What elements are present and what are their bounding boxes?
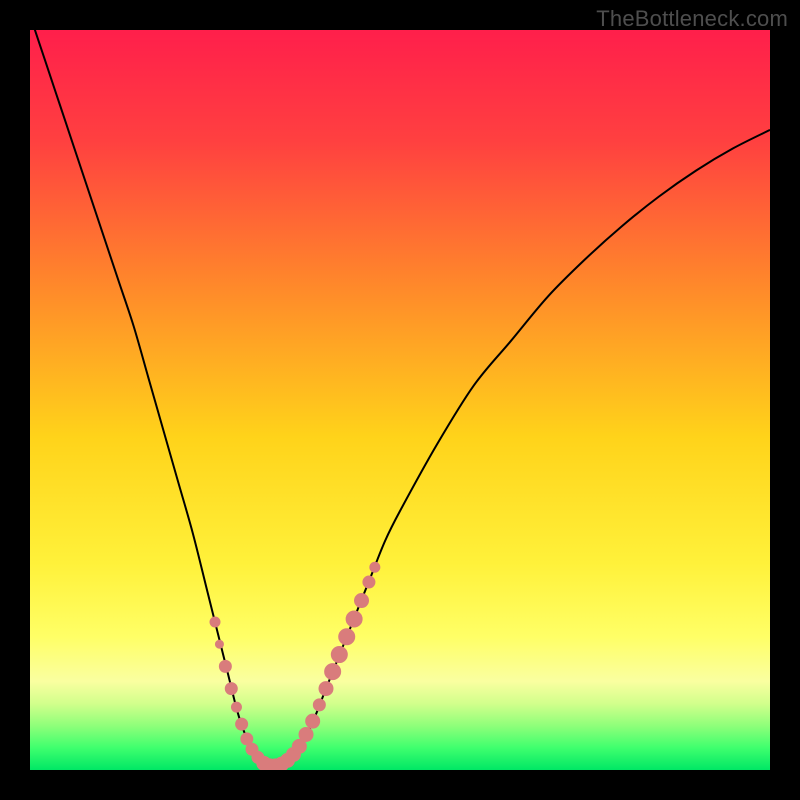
curve-marker	[319, 682, 333, 696]
curve-marker	[355, 594, 369, 608]
curve-marker	[219, 660, 231, 672]
curve-marker	[325, 664, 341, 680]
curve-marker	[331, 647, 347, 663]
curve-marker	[339, 629, 355, 645]
curve-marker	[236, 718, 248, 730]
plot-area	[30, 30, 770, 770]
curve-marker	[215, 640, 223, 648]
curve-marker	[231, 702, 241, 712]
outer-frame: TheBottleneck.com	[0, 0, 800, 800]
curve-marker	[363, 576, 375, 588]
curve-marker	[225, 683, 237, 695]
curve-marker	[313, 699, 325, 711]
curve-marker	[210, 617, 220, 627]
chart-svg	[30, 30, 770, 770]
curve-marker	[346, 611, 362, 627]
curve-marker	[370, 562, 380, 572]
curve-markers	[210, 562, 380, 770]
curve-marker	[299, 727, 313, 741]
watermark-text: TheBottleneck.com	[596, 6, 788, 32]
bottleneck-curve	[30, 30, 770, 766]
curve-marker	[306, 714, 320, 728]
